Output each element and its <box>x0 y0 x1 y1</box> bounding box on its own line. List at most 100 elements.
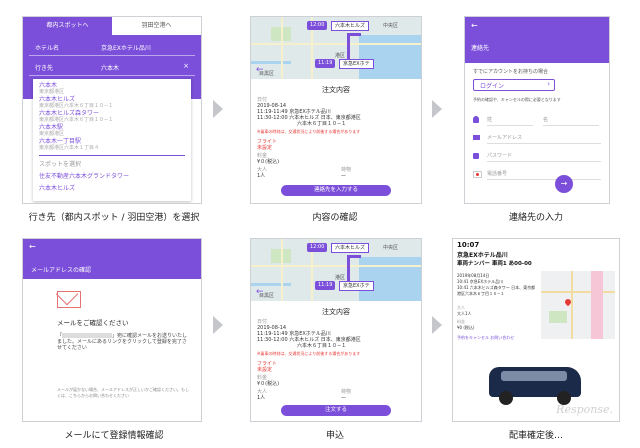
chevron-right-icon: › <box>547 80 550 88</box>
luggage-value: — <box>341 173 346 179</box>
masked-email <box>62 333 113 338</box>
email-footer: メールが届かない場合、メールアドレスが正しいかご確認ください。もしくは、こちらか… <box>57 387 189 398</box>
name-row: 姓 名 <box>473 115 601 127</box>
map-origin-label: 京急EXホテ <box>339 59 374 69</box>
pickup-time: 10:07 <box>457 241 480 249</box>
back-arrow-icon[interactable]: ← <box>29 242 36 251</box>
map-label-chuo: 中央区 <box>383 245 399 251</box>
tab-haneda[interactable]: 羽田空港へ <box>112 17 201 35</box>
list-item[interactable]: 住友不動産六本木グランドタワー <box>39 171 129 180</box>
panel-apply: 中央区 港区 目黒区 12:00 六本木ヒルズ 11:19 京急EXホテ ← 注… <box>250 238 422 422</box>
next-arrow-icon <box>432 100 442 118</box>
first-name-input[interactable]: 名 <box>543 115 599 126</box>
list-item[interactable]: 六本木ヒルズ <box>39 183 75 192</box>
password-row: パスワード <box>473 151 601 163</box>
panel-dispatch-confirmed: 10:07 京急EXホテル品川 車両ナンバー 車両1 あ00-00 2019年0… <box>452 238 620 422</box>
fare-value: ¥0 (税込) <box>457 325 475 330</box>
flight-value: 未設定 <box>257 367 273 373</box>
order-note: ※乗車の時刻は、交通状況により前後する場合があります <box>257 351 361 356</box>
route-map: 中央区 港区 目黒区 12:00 六本木ヒルズ 11:19 京急EXホテ ← <box>251 239 421 301</box>
contact-header: ← 連絡先 <box>465 17 609 63</box>
caption-step-3: 連絡先の入力 <box>508 213 563 223</box>
divider <box>39 155 185 156</box>
map-dest-label: 六本木ヒルズ <box>331 243 370 253</box>
watermark-logo: Response. <box>556 403 613 416</box>
caption-step-6: 配車確定後… <box>508 431 563 441</box>
back-arrow-icon[interactable]: ← <box>256 65 264 75</box>
next-arrow-icon <box>432 316 442 334</box>
detail-destination: 10:41 六本木ヒルズ森タワー 日本、東京都港区六本木６丁目１０−１ <box>457 285 536 296</box>
fare-value: ¥０(税込) <box>257 381 280 387</box>
list-item[interactable]: 六本木一丁目駅 東京都港区六本木１丁目４ <box>39 138 99 151</box>
email-title: メールをご確認ください <box>57 319 129 327</box>
destination-input[interactable]: 行き先 六本木 × <box>29 61 195 76</box>
phone-input[interactable]: 電話番号 <box>487 169 601 180</box>
arrow-right-icon: → <box>560 179 568 188</box>
caption-step-5: 申込 <box>325 431 344 441</box>
vehicle-image <box>483 359 587 407</box>
back-arrow-icon[interactable]: ← <box>256 287 264 297</box>
pickup-hotel: 京急EXホテル品川 <box>457 252 508 259</box>
people-value: 大人1人 <box>457 311 472 316</box>
destination-value: 六本木 <box>101 65 120 72</box>
hotel-label: ホテル名 <box>35 45 60 52</box>
map-time-dest: 12:00 <box>307 243 328 252</box>
map-dest-label: 六本木ヒルズ <box>331 21 370 31</box>
fare-value: ¥０(税込) <box>257 159 280 165</box>
next-arrow-icon <box>213 100 223 118</box>
mail-icon <box>473 135 480 140</box>
envelope-icon <box>55 282 81 308</box>
vehicle-plate: 車両ナンバー 車両1 あ00-00 <box>457 261 532 267</box>
list-item[interactable]: 六本木駅 東京都港区 <box>39 124 64 137</box>
order-title: 注文内容 <box>322 308 350 316</box>
order-line-3: 六本木６丁目１０−１ <box>297 121 347 127</box>
caption-step-4: メールにて登録情報確認 <box>64 431 164 441</box>
next-button[interactable]: → <box>555 175 573 193</box>
email-row: メールアドレス <box>473 133 601 145</box>
map-origin-label: 京急EXホテ <box>339 281 374 291</box>
order-line-3: 六本木６丁目１０−１ <box>297 343 347 349</box>
email-header-title: メールアドレスの確認 <box>31 267 92 274</box>
flight-value: 未設定 <box>257 145 273 151</box>
login-button[interactable]: ログイン › <box>473 79 555 91</box>
apply-button[interactable]: 注文する <box>281 405 391 416</box>
suggestion-list: 六本木 東京都港区 六本木ヒルズ 東京都港区六本木６丁目１０−１ 六本木ヒルズ森… <box>33 79 191 201</box>
panel-order-confirm: 中央区 港区 目黒区 12:00 六本木ヒルズ 11:19 京急EXホテ ← 注… <box>250 16 422 204</box>
user-icon <box>473 116 479 123</box>
order-note: ※乗車の時刻は、交通状況により前後する場合があります <box>257 129 361 134</box>
tab-tokyo-spot[interactable]: 都内スポットへ <box>23 17 112 35</box>
panel-contact-input: ← 連絡先 すでにアカウントをお持ちの場合 ログイン › 予約の確認や、キャンセ… <box>464 16 610 204</box>
order-title: 注文内容 <box>322 86 350 94</box>
map-time-origin: 11:19 <box>315 281 336 290</box>
contact-note: 予約の確認や、キャンセルの際に必要となります <box>473 97 561 102</box>
list-item[interactable]: 六本木ヒルズ 東京都港区六本木６丁目１０−１ <box>39 96 113 109</box>
back-arrow-icon[interactable]: ← <box>471 21 478 30</box>
close-icon[interactable]: × <box>183 62 189 70</box>
map-time-dest: 12:00 <box>307 21 328 30</box>
email-header: ← メールアドレスの確認 <box>23 239 201 279</box>
lock-icon <box>473 153 479 159</box>
password-input[interactable]: パスワード <box>487 151 601 162</box>
vehicle-map <box>541 271 615 339</box>
list-item[interactable]: 六本木ヒルズ森タワー 東京都港区六本木６丁目１０−１ <box>39 110 113 123</box>
action-links[interactable]: 予約をキャンセル お問い合わせ <box>457 335 514 341</box>
hotel-row[interactable]: ホテル名 京急EXホテル品川 <box>29 41 195 56</box>
caption-step-2: 内容の確認 <box>312 213 358 223</box>
enter-contact-button[interactable]: 連絡先を入力する <box>281 185 391 196</box>
panel-email-confirm: ← メールアドレスの確認 メールをご確認ください 「」宛に確認メールをお送りいた… <box>22 238 202 422</box>
spot-select-label: スポットを選択 <box>39 161 82 168</box>
list-item[interactable]: 六本木 東京都港区 <box>39 82 64 95</box>
flag-icon <box>473 171 482 178</box>
account-text: すでにアカウントをお持ちの場合 <box>473 69 549 75</box>
contact-title: 連絡先 <box>471 45 490 52</box>
people-value: 1人 <box>257 173 266 179</box>
last-name-input[interactable]: 姓 <box>487 115 533 126</box>
destination-label: 行き先 <box>35 65 54 72</box>
route-map: 中央区 港区 目黒区 12:00 六本木ヒルズ 11:19 京急EXホテ ← <box>251 17 421 79</box>
email-input[interactable]: メールアドレス <box>487 133 601 144</box>
next-arrow-icon <box>213 316 223 334</box>
panel-destination-select: 都内スポットへ 羽田空港へ ホテル名 京急EXホテル品川 行き先 六本木 × 六… <box>22 16 202 204</box>
phone-row: 電話番号 <box>473 169 601 181</box>
email-body: 「」宛に確認メールをお送りいたしました。メールにあるリンクをクリックして登録を完… <box>57 333 188 351</box>
hotel-value: 京急EXホテル品川 <box>101 45 151 52</box>
